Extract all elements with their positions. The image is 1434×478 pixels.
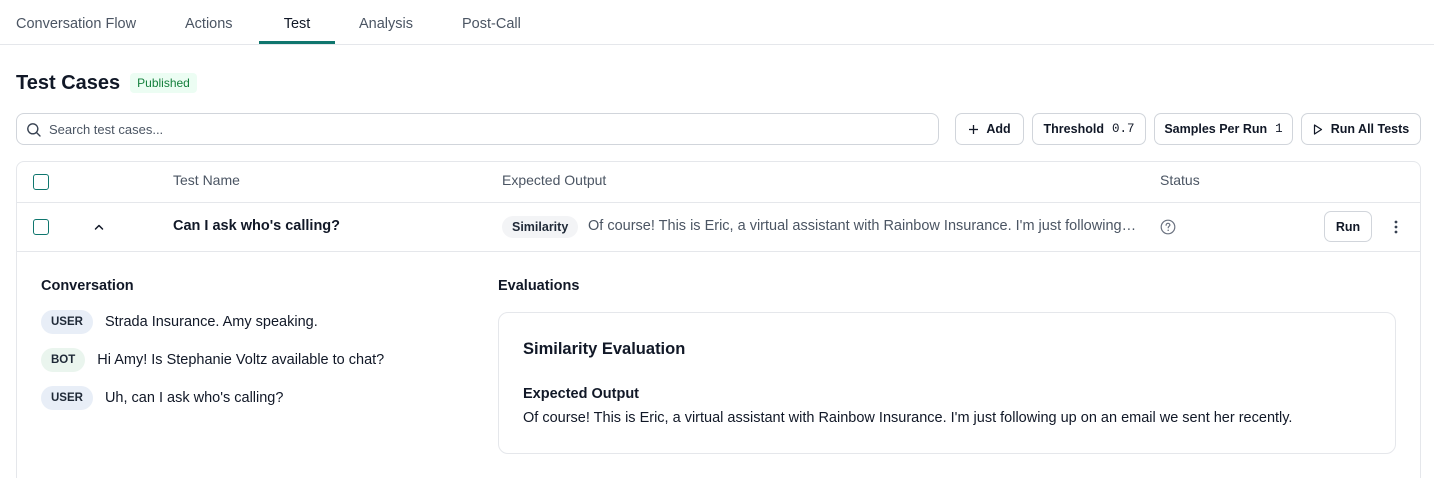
threshold-button[interactable]: Threshold 0.7: [1032, 113, 1146, 145]
play-icon: [1313, 123, 1322, 135]
test-name: Can I ask who's calling?: [173, 218, 341, 234]
tab-test[interactable]: Test: [259, 0, 335, 45]
select-all-checkbox[interactable]: [33, 174, 49, 190]
role-badge-user: USER: [41, 310, 93, 334]
threshold-value: 0.7: [1111, 122, 1135, 136]
threshold-label: Threshold: [1043, 122, 1104, 136]
tab-analysis[interactable]: Analysis: [359, 0, 419, 45]
page-title: Test Cases: [16, 71, 121, 94]
add-button-label: Add: [986, 122, 1011, 136]
message-item: BOT Hi Amy! Is Stephanie Voltz available…: [41, 348, 384, 372]
run-button[interactable]: Run: [1324, 211, 1372, 242]
samples-label: Samples Per Run: [1164, 122, 1268, 136]
eval-type-chip: Similarity: [502, 216, 579, 238]
search-icon: [27, 123, 41, 137]
add-button[interactable]: Add: [955, 113, 1024, 145]
expected-output-preview: Of course! This is Eric, a virtual assis…: [588, 218, 1138, 234]
evaluations-title: Evaluations: [498, 278, 580, 294]
evaluation-card-title: Similarity Evaluation: [523, 340, 686, 358]
run-all-tests-button[interactable]: Run All Tests: [1301, 113, 1421, 145]
tab-post-call[interactable]: Post-Call: [462, 0, 524, 45]
message-text: Hi Amy! Is Stephanie Voltz available to …: [97, 352, 385, 368]
column-header-status: Status: [1160, 172, 1200, 188]
tab-bar: Conversation Flow Actions Test Analysis …: [0, 0, 1434, 45]
message-item: USER Uh, can I ask who's calling?: [41, 386, 283, 410]
header-divider: [17, 202, 1420, 203]
run-all-tests-label: Run All Tests: [1330, 122, 1410, 136]
search-box: [16, 113, 939, 145]
evaluation-expected-text: Of course! This is Eric, a virtual assis…: [523, 410, 1293, 426]
plus-icon: [969, 124, 979, 134]
column-header-expected-output: Expected Output: [502, 172, 607, 188]
active-tab-indicator: [259, 41, 335, 44]
message-text: Uh, can I ask who's calling?: [104, 390, 284, 406]
tab-actions[interactable]: Actions: [185, 0, 235, 45]
evaluation-card: [498, 312, 1396, 454]
row-checkbox[interactable]: [33, 219, 49, 235]
more-vertical-icon[interactable]: [1389, 218, 1403, 236]
message-item: USER Strada Insurance. Amy speaking.: [41, 310, 318, 334]
role-badge-user: USER: [41, 386, 93, 410]
page-header: Test Cases Published: [16, 70, 197, 96]
samples-value: 1: [1275, 122, 1283, 136]
status-badge: Published: [130, 73, 197, 93]
row-divider: [17, 251, 1420, 252]
search-input[interactable]: [49, 118, 929, 140]
role-badge-bot: BOT: [41, 348, 86, 372]
column-header-test-name: Test Name: [173, 172, 240, 188]
message-text: Strada Insurance. Amy speaking.: [104, 314, 318, 330]
tab-conversation-flow[interactable]: Conversation Flow: [16, 0, 137, 45]
evaluation-expected-label: Expected Output: [523, 386, 640, 402]
samples-per-run-button[interactable]: Samples Per Run 1: [1154, 113, 1293, 145]
conversation-title: Conversation: [41, 278, 134, 294]
question-circle-icon: [1160, 219, 1176, 235]
chevron-up-icon[interactable]: [91, 219, 107, 235]
